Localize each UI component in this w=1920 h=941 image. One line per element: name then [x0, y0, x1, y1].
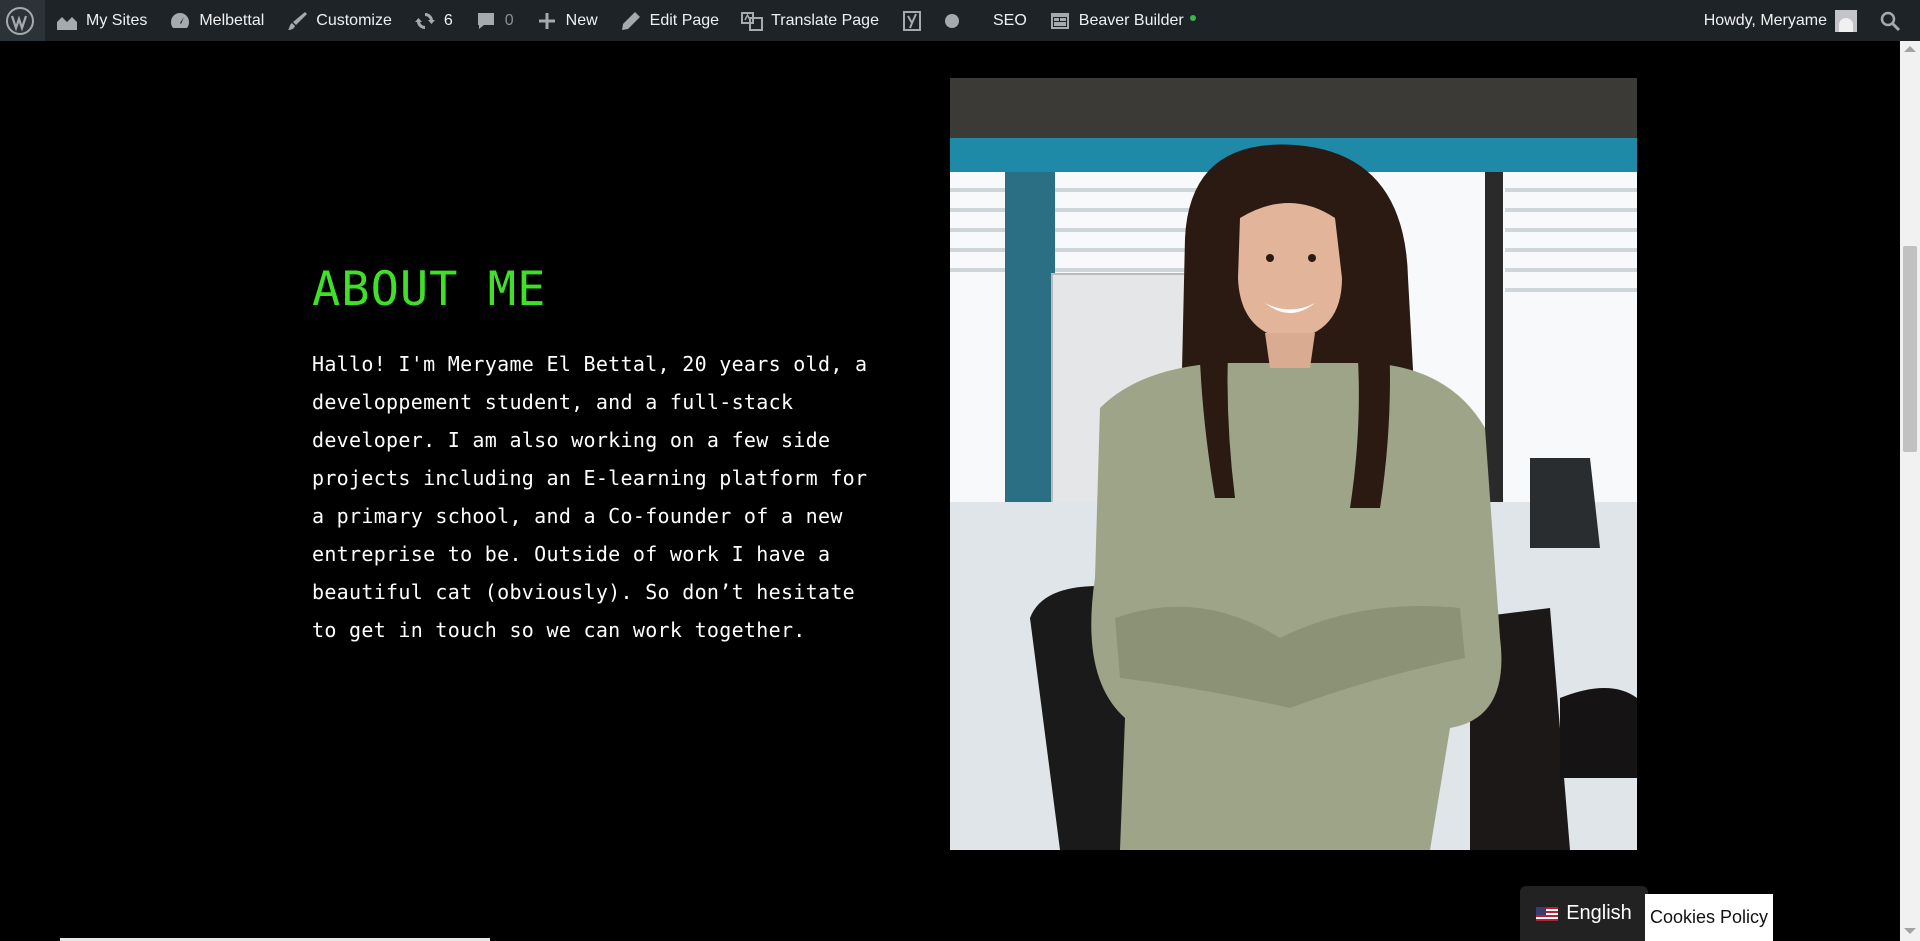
- search-button[interactable]: [1868, 0, 1920, 41]
- cookies-policy-label: Cookies Policy: [1649, 907, 1769, 927]
- new-label: New: [565, 11, 598, 29]
- my-sites-icon: [57, 16, 77, 30]
- admin-bar: My Sites Melbettal Customize 6 0 New Edi…: [0, 0, 1920, 41]
- site-name-menu[interactable]: Melbettal: [158, 0, 275, 41]
- edit-page-link[interactable]: Edit Page: [609, 0, 730, 41]
- beaver-builder-link[interactable]: Beaver Builder: [1038, 0, 1207, 41]
- my-sites-label: My Sites: [86, 11, 148, 29]
- profile-photo: [950, 78, 1637, 850]
- seo-label: SEO: [992, 11, 1027, 29]
- avatar: [1835, 9, 1857, 32]
- translate-page-link[interactable]: Translate Page: [730, 0, 890, 41]
- yoast-seo-menu[interactable]: SEO: [890, 0, 1038, 41]
- us-flag-icon: [1536, 906, 1559, 921]
- comments-count: 0: [504, 11, 514, 29]
- comment-icon: [477, 12, 494, 29]
- scroll-up-arrow-icon[interactable]: [1904, 46, 1916, 52]
- howdy-label: Howdy, Meryame: [1703, 11, 1827, 29]
- user-account-menu[interactable]: Howdy, Meryame: [1693, 0, 1868, 41]
- dashboard-icon: [171, 12, 190, 28]
- about-title: ABOUT ME: [312, 262, 547, 317]
- yoast-icon: [902, 10, 921, 31]
- beaver-builder-label: Beaver Builder: [1078, 11, 1184, 29]
- new-content-menu[interactable]: New: [525, 0, 609, 41]
- pencil-icon: [621, 11, 640, 30]
- scrollbar-thumb[interactable]: [1903, 246, 1917, 452]
- site-name-label: Melbettal: [199, 11, 265, 29]
- updates-icon: [414, 12, 435, 29]
- edit-page-label: Edit Page: [649, 11, 720, 29]
- search-icon: [1880, 11, 1901, 31]
- my-sites-menu[interactable]: My Sites: [45, 0, 158, 41]
- about-text: Hallo! I'm Meryame El Bettal, 20 years o…: [312, 352, 868, 642]
- page-scrollbar[interactable]: [1900, 41, 1920, 941]
- translate-page-label: Translate Page: [771, 11, 879, 29]
- updates-count: 6: [443, 11, 453, 29]
- language-label: English: [1566, 902, 1632, 924]
- plus-icon: [538, 12, 555, 29]
- seo-status-dot: [944, 13, 959, 28]
- beaver-builder-icon: [1050, 12, 1069, 29]
- cookies-policy-button[interactable]: Cookies Policy: [1645, 894, 1773, 941]
- updates-link[interactable]: 6: [403, 0, 464, 41]
- scroll-down-arrow-icon[interactable]: [1904, 928, 1916, 934]
- comments-link[interactable]: 0: [464, 0, 525, 41]
- language-switcher[interactable]: English: [1520, 886, 1648, 941]
- customize-label: Customize: [316, 11, 392, 29]
- translate-icon: [741, 11, 764, 31]
- customize-link[interactable]: Customize: [275, 0, 403, 41]
- paintbrush-icon: [288, 11, 308, 30]
- wordpress-logo-menu[interactable]: [0, 0, 45, 41]
- wordpress-icon: [6, 6, 34, 35]
- profile-photo-illustration: [950, 78, 1637, 850]
- beaver-builder-status-dot: [1189, 14, 1196, 21]
